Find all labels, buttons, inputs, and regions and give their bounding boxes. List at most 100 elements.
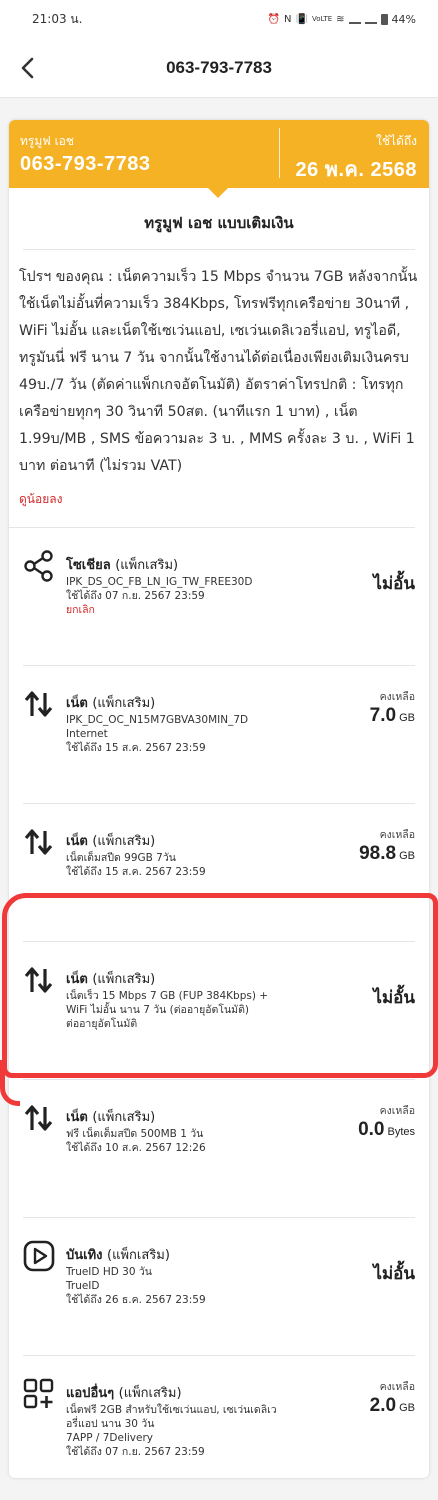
package-title: เน็ต (แพ็กเสริม) bbox=[66, 692, 321, 713]
package-row[interactable]: โซเชียล (แพ็กเสริม) IPK_DS_OC_FB_LN_IG_TW… bbox=[23, 528, 415, 666]
package-details: เน็ต (แพ็กเสริม) เน็ตเต็มสปีด 99GB 7วัน ใช… bbox=[66, 830, 321, 879]
unlimited-label: ไม่อั้น bbox=[373, 988, 415, 1008]
package-title: เน็ต (แพ็กเสริม) bbox=[66, 968, 321, 989]
package-category: เน็ต bbox=[66, 834, 88, 849]
remaining-value: 7.0 bbox=[369, 705, 397, 726]
package-detail-line: IPK_DS_OC_FB_LN_IG_TW_FREE30D bbox=[66, 576, 253, 588]
number-block: ทรูมูฟ เอช 063-793-7783 bbox=[9, 120, 279, 188]
promo-description: โปรฯ ของคุณ : เน็ตความเร็ว 15 Mbps จำนวน… bbox=[19, 269, 418, 474]
package-row[interactable]: เน็ต (แพ็กเสริม) เน็ตเร็ว 15 Mbps 7 GB (F… bbox=[23, 942, 415, 1080]
package-detail-line: เน็ตฟรี 2GB สำหรับใช้เซเว่นแอป, เซเว่นเด… bbox=[66, 1404, 277, 1416]
package-title: เน็ต (แพ็กเสริม) bbox=[66, 1106, 321, 1127]
cancel-package-link[interactable]: ยกเลิก bbox=[66, 603, 321, 618]
unlimited-label: ไม่อั้น bbox=[373, 1264, 415, 1284]
package-detail-line: ใช้ได้ถึง 26 ธ.ค. 2567 23:59 bbox=[66, 1294, 206, 1306]
back-button[interactable] bbox=[10, 50, 46, 86]
validity-block: ใช้ได้ถึง 26 พ.ค. 2568 bbox=[279, 128, 429, 181]
package-category: เน็ต bbox=[66, 1110, 88, 1125]
remaining-unit: GB bbox=[399, 712, 415, 724]
package-type: (แพ็กเสริม) bbox=[115, 558, 179, 573]
see-less-link[interactable]: ดูน้อยลง bbox=[9, 480, 415, 528]
status-icons: ⏰ N 📳 VoLTE ≋ 44% bbox=[268, 13, 416, 26]
remaining-label: คงเหลือ bbox=[379, 1381, 415, 1393]
package-detail-line: TrueID bbox=[66, 1280, 100, 1292]
package-details: บันเทิง (แพ็กเสริม) TrueID HD 30 วัน TrueI… bbox=[66, 1244, 321, 1307]
package-title: เน็ต (แพ็กเสริม) bbox=[66, 830, 321, 851]
data-transfer-icon bbox=[23, 964, 55, 996]
data-transfer-icon bbox=[23, 1102, 55, 1134]
page-title: 063-793-7783 bbox=[166, 57, 272, 77]
package-balance: คงเหลือ 0.0 Bytes bbox=[358, 1102, 415, 1141]
unlimited-label: ไม่อั้น bbox=[373, 574, 415, 594]
share-icon bbox=[23, 550, 55, 582]
remaining-label: คงเหลือ bbox=[379, 829, 415, 841]
remaining-unit: GB bbox=[399, 1402, 415, 1414]
package-detail-line: TrueID HD 30 วัน bbox=[66, 1266, 152, 1278]
package-category: เน็ต bbox=[66, 696, 88, 711]
valid-until: 26 พ.ค. 2568 bbox=[295, 159, 417, 181]
package-balance: ไม่อั้น bbox=[373, 550, 415, 597]
package-detail-line: อรี่แอป นาน 30 วัน bbox=[66, 1418, 155, 1430]
package-details: เน็ต (แพ็กเสริม) ฟรี เน็ตเต็มสปีด 500MB 1… bbox=[66, 1106, 321, 1155]
play-icon bbox=[23, 1240, 55, 1272]
package-detail-line: 7APP / 7Delivery bbox=[66, 1432, 154, 1444]
package-detail-line: ใช้ได้ถึง 07 ก.ย. 2567 23:59 bbox=[66, 1446, 205, 1458]
remaining-value: 0.0 bbox=[358, 1119, 385, 1140]
vibrate-icon: 📳 bbox=[295, 13, 308, 25]
package-balance: คงเหลือ 2.0 GB bbox=[370, 1378, 415, 1417]
remaining-unit: GB bbox=[399, 850, 415, 862]
phone-number: 063-793-7783 bbox=[20, 153, 151, 175]
package-detail-line: ใช้ได้ถึง 07 ก.ย. 2567 23:59 bbox=[66, 590, 205, 602]
package-balance: ไม่อั้น bbox=[373, 1240, 415, 1287]
package-row[interactable]: บันเทิง (แพ็กเสริม) TrueID HD 30 วัน TrueI… bbox=[23, 1218, 415, 1356]
package-detail-line: ต่ออายุอัตโนมัติ bbox=[66, 1018, 138, 1030]
package-row[interactable]: เน็ต (แพ็กเสริม) ฟรี เน็ตเต็มสปีด 500MB 1… bbox=[23, 1080, 415, 1218]
package-detail-line: WiFi ไม่อั้น นาน 7 วัน (ต่ออายุอัตโนมัติ… bbox=[66, 1004, 249, 1016]
remaining-amount: 0.0 Bytes bbox=[358, 1119, 415, 1141]
package-row[interactable]: แอปอื่นๆ (แพ็กเสริม) เน็ตฟรี 2GB สำหรับใช… bbox=[23, 1356, 415, 1478]
package-balance: คงเหลือ 98.8 GB bbox=[359, 826, 415, 865]
package-detail-line: ใช้ได้ถึง 15 ส.ค. 2567 23:59 bbox=[66, 866, 206, 878]
summary-header: ทรูมูฟ เอช 063-793-7783 ใช้ได้ถึง 26 พ.ค… bbox=[9, 120, 429, 198]
signal-icon bbox=[348, 14, 361, 24]
package-details: เน็ต (แพ็กเสริม) IPK_DC_OC_N15M7GBVA30MIN… bbox=[66, 692, 321, 755]
signal-icon-2 bbox=[364, 14, 377, 24]
package-type: (แพ็กเสริม) bbox=[92, 1110, 156, 1125]
package-category: แอปอื่นๆ bbox=[66, 1386, 115, 1401]
header-pointer bbox=[207, 187, 229, 198]
remaining-amount: 2.0 GB bbox=[370, 1395, 415, 1417]
battery-icon bbox=[380, 13, 388, 25]
package-title: โซเชียล (แพ็กเสริม) bbox=[66, 554, 321, 575]
package-detail-line: ใช้ได้ถึง 10 ส.ค. 2567 12:26 bbox=[66, 1142, 206, 1154]
valid-label: ใช้ได้ถึง bbox=[376, 134, 417, 148]
status-time: 21:03 น. bbox=[32, 11, 83, 26]
chevron-left-icon bbox=[21, 57, 34, 79]
package-type: (แพ็กเสริม) bbox=[118, 1386, 182, 1401]
nfc-icon: N bbox=[284, 13, 292, 25]
remaining-amount: 7.0 GB bbox=[370, 705, 415, 727]
remaining-label: คงเหลือ bbox=[379, 691, 415, 703]
package-details: แอปอื่นๆ (แพ็กเสริม) เน็ตฟรี 2GB สำหรับใช… bbox=[66, 1382, 321, 1459]
package-list: โซเชียล (แพ็กเสริม) IPK_DS_OC_FB_LN_IG_TW… bbox=[9, 528, 429, 1478]
package-balance: คงเหลือ 7.0 GB bbox=[370, 688, 415, 727]
package-details: เน็ต (แพ็กเสริม) เน็ตเร็ว 15 Mbps 7 GB (F… bbox=[66, 968, 321, 1031]
package-detail-line: เน็ตเร็ว 15 Mbps 7 GB (FUP 384Kbps) + bbox=[66, 990, 269, 1002]
remaining-value: 2.0 bbox=[369, 1395, 397, 1416]
remaining-amount: 98.8 GB bbox=[359, 843, 415, 865]
package-title: บันเทิง (แพ็กเสริม) bbox=[66, 1244, 321, 1265]
package-detail-line: ฟรี เน็ตเต็มสปีด 500MB 1 วัน bbox=[66, 1128, 204, 1140]
package-row[interactable]: เน็ต (แพ็กเสริม) เน็ตเต็มสปีด 99GB 7วัน ใช… bbox=[23, 804, 415, 942]
app-bar: 063-793-7783 bbox=[0, 38, 438, 98]
alarm-icon: ⏰ bbox=[267, 13, 281, 25]
apps-add-icon bbox=[23, 1378, 55, 1410]
package-details: โซเชียล (แพ็กเสริม) IPK_DS_OC_FB_LN_IG_TW… bbox=[66, 554, 321, 618]
package-detail-line: IPK_DC_OC_N15M7GBVA30MIN_7D bbox=[66, 714, 249, 726]
volte-icon: VoLTE bbox=[311, 15, 333, 23]
package-detail-line: ใช้ได้ถึง 15 ส.ค. 2567 23:59 bbox=[66, 742, 206, 754]
data-transfer-icon bbox=[23, 826, 55, 858]
package-card: ทรูมูฟ เอช 063-793-7783 ใช้ได้ถึง 26 พ.ค… bbox=[9, 120, 429, 1478]
package-row[interactable]: เน็ต (แพ็กเสริม) IPK_DC_OC_N15M7GBVA30MIN… bbox=[23, 666, 415, 804]
remaining-value: 98.8 bbox=[359, 843, 397, 864]
package-category: โซเชียล bbox=[66, 558, 111, 573]
package-balance: ไม่อั้น bbox=[373, 964, 415, 1011]
